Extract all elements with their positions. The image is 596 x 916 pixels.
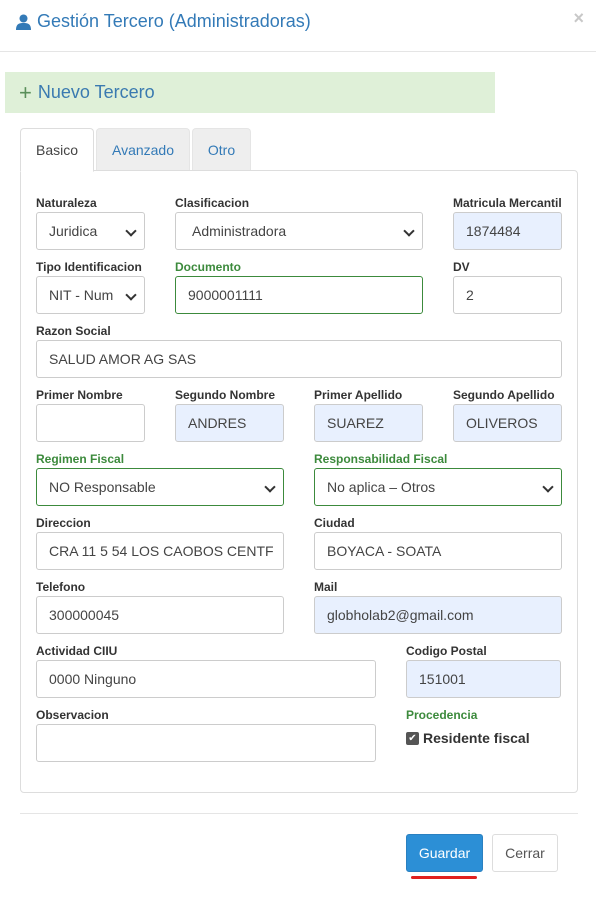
- telefono-label: Telefono: [36, 580, 86, 594]
- modal-title: Gestión Tercero (Administradoras): [16, 11, 311, 32]
- tab-avanzado[interactable]: Avanzado: [96, 128, 190, 171]
- observacion-input[interactable]: [36, 724, 376, 762]
- modal-header: Gestión Tercero (Administradoras) ×: [0, 0, 596, 52]
- primer-apellido-label: Primer Apellido: [314, 388, 403, 402]
- ciudad-label: Ciudad: [314, 516, 355, 530]
- save-button[interactable]: Guardar: [406, 834, 483, 872]
- segundo-nombre-input[interactable]: ANDRES: [175, 404, 284, 442]
- chevron-down-icon: [125, 289, 137, 301]
- responsabilidad-fiscal-value: No aplica – Otros: [327, 479, 436, 495]
- close-icon[interactable]: ×: [573, 8, 584, 29]
- primer-nombre-input[interactable]: [36, 404, 145, 442]
- tipo-id-label: Tipo Identificacion: [36, 260, 142, 274]
- matricula-input[interactable]: 1874484: [453, 212, 562, 250]
- modal-title-text: Gestión Tercero (Administradoras): [37, 11, 311, 31]
- codigo-postal-input[interactable]: 151001: [406, 660, 561, 698]
- responsabilidad-fiscal-select[interactable]: No aplica – Otros: [314, 468, 562, 506]
- primer-apellido-input[interactable]: SUAREZ: [314, 404, 423, 442]
- chevron-down-icon: [403, 225, 415, 237]
- plus-icon: +: [19, 79, 32, 105]
- regimen-fiscal-select[interactable]: NO Responsable: [36, 468, 284, 506]
- actividad-ciiu-label: Actividad CIIU: [36, 644, 118, 658]
- clasificacion-select[interactable]: Administradora: [175, 212, 423, 250]
- segundo-nombre-label: Segundo Nombre: [175, 388, 276, 402]
- mail-input[interactable]: globholab2@gmail.com: [314, 596, 562, 634]
- footer-divider: [20, 813, 578, 814]
- telefono-input[interactable]: 300000045: [36, 596, 284, 634]
- responsabilidad-fiscal-label: Responsabilidad Fiscal: [314, 452, 448, 466]
- naturaleza-value: Juridica: [49, 223, 98, 239]
- razon-social-input[interactable]: SALUD AMOR AG SAS: [36, 340, 562, 378]
- codigo-postal-label: Codigo Postal: [406, 644, 487, 658]
- check-icon: ✔: [408, 733, 417, 744]
- regimen-fiscal-label: Regimen Fiscal: [36, 452, 125, 466]
- segundo-apellido-label: Segundo Apellido: [453, 388, 555, 402]
- procedencia-label: Procedencia: [406, 708, 478, 722]
- clasificacion-value: Administradora: [192, 223, 287, 239]
- documento-label: Documento: [175, 260, 241, 274]
- clasificacion-label: Clasificacion: [175, 196, 250, 210]
- razon-social-label: Razon Social: [36, 324, 111, 338]
- regimen-fiscal-value: NO Responsable: [49, 479, 156, 495]
- chevron-down-icon: [125, 225, 137, 237]
- direccion-label: Direccion: [36, 516, 91, 530]
- dv-label: DV: [453, 260, 470, 274]
- matricula-label: Matricula Mercantil: [453, 196, 562, 210]
- direccion-input[interactable]: CRA 11 5 54 LOS CAOBOS CENTF: [36, 532, 284, 570]
- primer-nombre-label: Primer Nombre: [36, 388, 123, 402]
- user-icon: [16, 14, 31, 30]
- chevron-down-icon: [542, 481, 554, 493]
- tab-otro[interactable]: Otro: [192, 128, 251, 171]
- actividad-ciiu-input[interactable]: 0000 Ninguno: [36, 660, 376, 698]
- close-button[interactable]: Cerrar: [492, 834, 558, 872]
- banner-label: Nuevo Tercero: [37, 82, 155, 102]
- highlight-underline: [411, 876, 477, 879]
- residente-fiscal-checkbox[interactable]: ✔: [406, 732, 419, 745]
- observacion-label: Observacion: [36, 708, 109, 722]
- ciudad-input[interactable]: BOYACA - SOATA: [314, 532, 562, 570]
- naturaleza-label: Naturaleza: [36, 196, 97, 210]
- tipo-id-select[interactable]: NIT - Num: [36, 276, 145, 314]
- segundo-apellido-input[interactable]: OLIVEROS: [453, 404, 562, 442]
- naturaleza-select[interactable]: Juridica: [36, 212, 145, 250]
- tipo-id-value: NIT - Num: [49, 287, 114, 303]
- mail-label: Mail: [314, 580, 338, 594]
- residente-fiscal-label[interactable]: Residente fiscal: [423, 730, 530, 746]
- tab-basico[interactable]: Basico: [20, 128, 94, 172]
- chevron-down-icon: [264, 481, 276, 493]
- dv-input[interactable]: 2: [453, 276, 562, 314]
- documento-input[interactable]: 9000001111: [175, 276, 423, 314]
- new-tercero-banner: + Nuevo Tercero: [5, 72, 495, 113]
